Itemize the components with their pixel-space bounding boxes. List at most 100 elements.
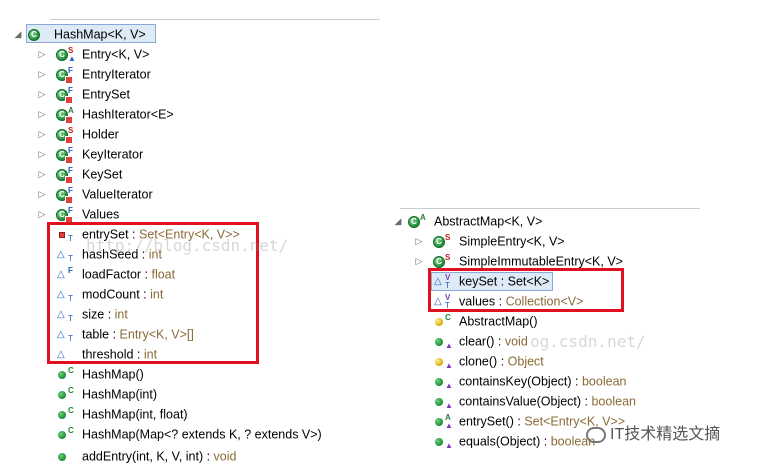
class-icon: CA: [56, 106, 78, 124]
class-icon: C S ▲: [56, 46, 78, 63]
expand-toggle-icon[interactable]: ▷: [37, 64, 47, 84]
method-return-type: boolean: [581, 374, 627, 389]
public-constructor-icon: C: [56, 406, 78, 423]
tree-item-method[interactable]: addEntry(int, K, V, int) : void: [56, 446, 236, 466]
public-method-icon: ▲: [433, 394, 455, 410]
tree-item-class[interactable]: C A HashIterator<E>: [56, 104, 174, 124]
tree-root-abstractmap[interactable]: C A AbstractMap<K, V>: [408, 211, 542, 231]
type-separator: :: [581, 394, 592, 409]
method-name: entrySet(): [459, 414, 514, 429]
class-name: EntrySet: [82, 87, 130, 102]
method-return-type: void: [504, 334, 528, 349]
tree-item-class[interactable]: C S ▲ Entry<K, V>: [56, 44, 149, 64]
method-name: AbstractMap(): [459, 314, 538, 329]
method-name: HashMap(Map<? extends K, ? extends V>): [82, 427, 322, 442]
type-separator: :: [203, 449, 214, 464]
class-icon: CS: [56, 126, 78, 144]
tree-item-method[interactable]: ▲ containsValue(Object) : boolean: [433, 391, 636, 411]
public-method-icon: ▲: [433, 374, 455, 390]
expand-toggle-icon[interactable]: ▷: [414, 231, 424, 251]
expand-toggle-icon[interactable]: ▷: [37, 124, 47, 144]
tree-item-method[interactable]: ▲ clear() : void: [433, 331, 528, 351]
method-name: equals(Object): [459, 434, 541, 449]
expand-toggle-icon[interactable]: ▷: [37, 184, 47, 204]
type-separator: :: [571, 374, 582, 389]
method-name: clear(): [459, 334, 495, 349]
public-method-icon: [56, 449, 78, 465]
tree-item-method[interactable]: ▲ equals(Object) : boolean: [433, 431, 595, 451]
public-method-icon: ▲: [433, 434, 455, 450]
abstract-class-icon: CA: [408, 213, 430, 230]
logo-text: IT技术精选文摘: [610, 426, 721, 443]
method-return-type: void: [213, 449, 237, 464]
expand-toggle-icon[interactable]: ▷: [37, 44, 47, 64]
type-separator: :: [513, 414, 525, 429]
tree-item-constructor[interactable]: C HashMap(Map<? extends K, ? extends V>): [56, 424, 322, 444]
tree-item-constructor[interactable]: C HashMap(int, float): [56, 404, 188, 424]
tree-item-class[interactable]: C F EntryIterator: [56, 64, 151, 84]
public-constructor-icon: C: [56, 426, 78, 443]
type-separator: :: [497, 354, 508, 369]
watermark-text: og.csdn.net/: [530, 332, 646, 351]
tree-item-method[interactable]: ▲ containsKey(Object) : boolean: [433, 371, 626, 391]
expand-toggle-icon[interactable]: ▷: [37, 204, 47, 224]
expand-toggle-icon[interactable]: ▷: [37, 164, 47, 184]
tree-item-class[interactable]: C F KeySet: [56, 164, 122, 184]
method-name: HashMap(): [82, 367, 144, 382]
class-name: KeyIterator: [82, 147, 144, 162]
class-name: SimpleImmutableEntry<K, V>: [459, 254, 623, 269]
tree-root-hashmap[interactable]: C HashMap<K, V>: [28, 24, 146, 44]
method-name: containsKey(Object): [459, 374, 572, 389]
tree-item-class[interactable]: C F KeyIterator: [56, 144, 143, 164]
tree-item-constructor[interactable]: C HashMap(int): [56, 384, 157, 404]
class-icon: CF: [56, 66, 78, 84]
tree-item-constructor[interactable]: C HashMap(): [56, 364, 144, 384]
top-separator-left: [50, 19, 380, 20]
expand-toggle-icon[interactable]: ▷: [414, 251, 424, 271]
public-method-icon: ▲: [433, 334, 455, 350]
root-label: AbstractMap<K, V>: [434, 214, 543, 229]
method-name: addEntry(int, K, V, int): [82, 449, 204, 464]
method-name: clone(): [459, 354, 498, 369]
expand-toggle-icon[interactable]: ▷: [37, 104, 47, 124]
collapse-toggle-icon[interactable]: ◢: [393, 211, 403, 231]
class-icon: CF: [56, 186, 78, 204]
fields-highlight-box: [428, 268, 624, 312]
protected-method-icon: ▲: [433, 354, 455, 370]
class-name: KeySet: [82, 167, 123, 182]
abstract-method-icon: A ▲: [433, 413, 455, 430]
class-name: HashIterator<E>: [82, 107, 174, 122]
tree-item-class[interactable]: C F EntrySet: [56, 84, 130, 104]
class-name: Holder: [82, 127, 119, 142]
root-label: HashMap<K, V>: [54, 27, 146, 42]
method-name: containsValue(Object): [459, 394, 582, 409]
class-name: SimpleEntry<K, V>: [459, 234, 565, 249]
protected-constructor-icon: C: [433, 313, 455, 330]
tree-item-class[interactable]: C F Values: [56, 204, 119, 224]
method-name: HashMap(int, float): [82, 407, 188, 422]
wechat-logo: IT技术精选文摘: [586, 420, 720, 444]
chat-bubble-icon: [586, 426, 606, 443]
class-icon: CF: [56, 166, 78, 184]
expand-toggle-icon[interactable]: ▷: [37, 84, 47, 104]
class-name: Entry<K, V>: [82, 47, 150, 62]
method-name: HashMap(int): [82, 387, 158, 402]
tree-item-method[interactable]: ▲ clone() : Object: [433, 351, 544, 371]
class-name: ValueIterator: [82, 187, 153, 202]
type-separator: :: [494, 334, 505, 349]
tree-item-class[interactable]: C S SimpleEntry<K, V>: [433, 231, 565, 251]
collapse-toggle-icon[interactable]: ◢: [13, 24, 23, 44]
type-separator: :: [540, 434, 551, 449]
tree-item-class[interactable]: C S Holder: [56, 124, 119, 144]
tree-item-class[interactable]: C F ValueIterator: [56, 184, 153, 204]
top-separator-right: [400, 208, 700, 209]
public-constructor-icon: C: [56, 366, 78, 383]
class-icon: CF: [56, 146, 78, 164]
expand-toggle-icon[interactable]: ▷: [37, 144, 47, 164]
tree-item-constructor[interactable]: C AbstractMap(): [433, 311, 538, 331]
class-name: Values: [82, 207, 120, 222]
class-icon: CS: [433, 233, 455, 250]
public-constructor-icon: C: [56, 386, 78, 403]
class-icon: CF: [56, 206, 78, 224]
class-icon: CF: [56, 86, 78, 104]
